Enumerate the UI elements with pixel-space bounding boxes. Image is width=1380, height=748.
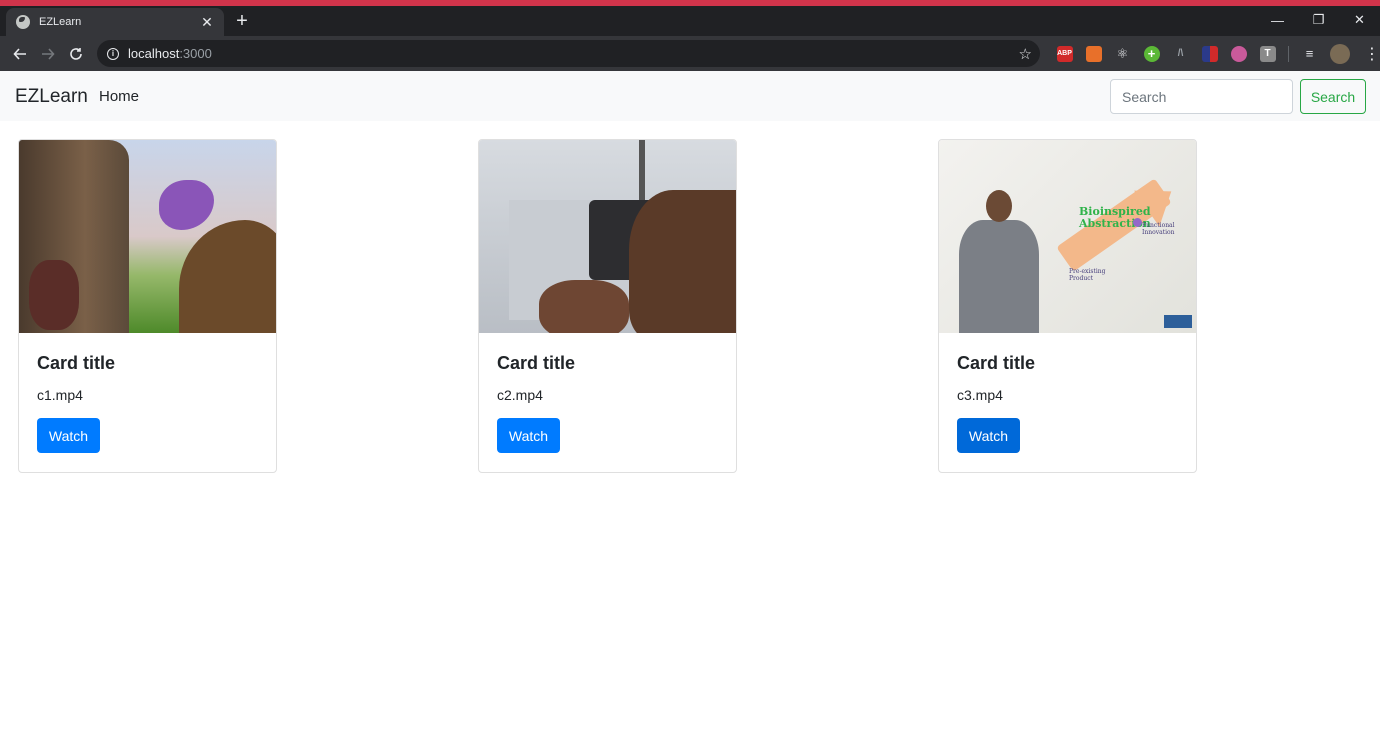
- browser-toolbar: i localhost :3000 ☆ ABP ⚛ + /\ T ≡ ⋮: [0, 36, 1380, 71]
- logo: [1164, 315, 1192, 328]
- thumbnail-label: Pre-existing Product: [1069, 268, 1106, 282]
- url-host: localhost: [128, 46, 180, 61]
- ruler-extension-icon[interactable]: /\: [1173, 46, 1189, 62]
- abp-extension-icon[interactable]: ABP: [1056, 45, 1073, 62]
- arrow-right-icon: [42, 47, 55, 60]
- address-bar[interactable]: i localhost :3000 ☆: [97, 40, 1040, 67]
- watch-button[interactable]: Watch: [957, 418, 1020, 453]
- star-icon[interactable]: ☆: [1019, 45, 1032, 63]
- react-extension-icon[interactable]: ⚛: [1115, 46, 1131, 62]
- close-icon[interactable]: ✕: [200, 14, 214, 31]
- reload-icon: [70, 47, 82, 60]
- thumbnail-label: Functional Innovation: [1142, 222, 1175, 236]
- restore-button[interactable]: ❐: [1298, 6, 1339, 34]
- back-button[interactable]: [6, 40, 34, 68]
- watch-button[interactable]: Watch: [497, 418, 560, 453]
- avatar[interactable]: [1330, 43, 1350, 64]
- url-port: :3000: [179, 46, 212, 61]
- new-tab-button[interactable]: +: [232, 11, 252, 31]
- reload-button[interactable]: [62, 40, 90, 68]
- video-card: Bioinspired Abstraction Functional Innov…: [938, 139, 1197, 473]
- card-title: Card title: [37, 353, 116, 373]
- brave-extension-icon[interactable]: [1085, 45, 1102, 62]
- close-window-button[interactable]: ✕: [1339, 6, 1380, 34]
- card-filename: c2.mp4: [497, 387, 543, 403]
- kebab-menu-icon[interactable]: ⋮: [1364, 44, 1380, 64]
- card-title: Card title: [497, 353, 576, 373]
- media-control-icon[interactable]: ≡: [1302, 46, 1318, 62]
- video-thumbnail: Bioinspired Abstraction Functional Innov…: [939, 140, 1196, 333]
- watch-button[interactable]: Watch: [37, 418, 100, 453]
- nav-link-home[interactable]: Home: [99, 88, 139, 105]
- card-filename: c3.mp4: [957, 387, 1003, 403]
- globe-icon: [16, 15, 30, 29]
- text-extension-icon[interactable]: T: [1259, 45, 1276, 62]
- extensions-area: ABP ⚛ + /\ T ≡ ⋮: [1050, 36, 1380, 71]
- forward-button[interactable]: [34, 40, 62, 68]
- card-title: Card title: [957, 353, 1036, 373]
- minimize-button[interactable]: —: [1257, 6, 1298, 34]
- search-input[interactable]: [1110, 79, 1293, 114]
- tab-title: EZLearn: [39, 16, 82, 28]
- toolbar-divider: [1288, 45, 1289, 62]
- video-card: Card title c1.mp4 Watch: [18, 139, 277, 473]
- tab-strip: EZLearn ✕ + — ❐ ✕: [0, 6, 1380, 36]
- arrow-left-icon: [13, 47, 26, 60]
- plus-extension-icon[interactable]: +: [1143, 45, 1160, 62]
- eye-extension-icon[interactable]: [1230, 45, 1247, 62]
- window-controls: — ❐ ✕: [1257, 6, 1380, 36]
- browser-tab[interactable]: EZLearn ✕: [6, 8, 224, 36]
- site-navbar: EZLearn Home Search: [0, 71, 1380, 121]
- search-button[interactable]: Search: [1300, 79, 1366, 114]
- video-thumbnail: [19, 140, 276, 333]
- video-thumbnail: [479, 140, 736, 333]
- video-card: Card title c2.mp4 Watch: [478, 139, 737, 473]
- card-filename: c1.mp4: [37, 387, 83, 403]
- info-icon[interactable]: i: [107, 47, 119, 60]
- flag-extension-icon[interactable]: [1201, 45, 1218, 62]
- brand-logo[interactable]: EZLearn: [15, 86, 88, 108]
- thumbnail-heading: Bioinspired Abstraction: [1079, 205, 1151, 230]
